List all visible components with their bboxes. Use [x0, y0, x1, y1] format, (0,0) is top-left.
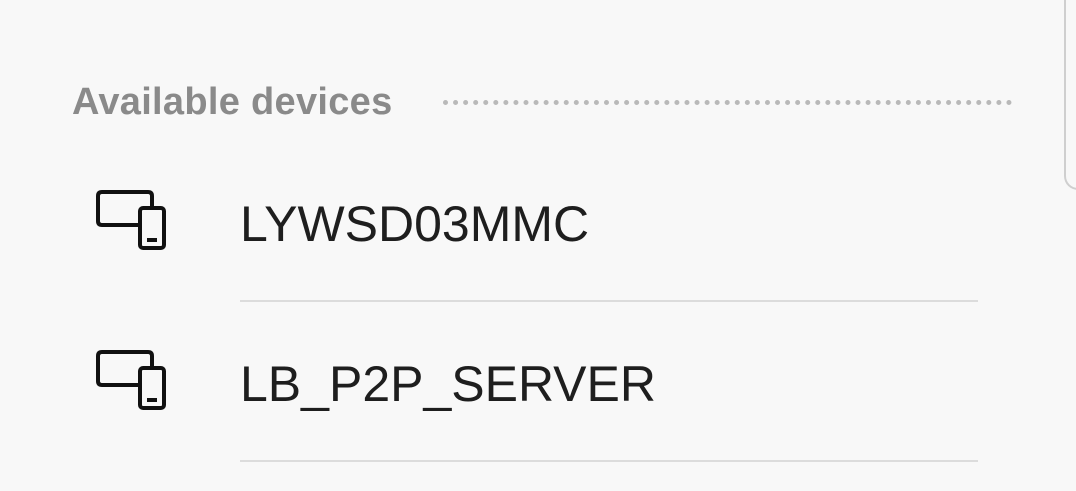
- list-divider: [240, 300, 978, 302]
- device-name: LYWSD03MMC: [240, 196, 590, 252]
- device-item[interactable]: LYWSD03MMC: [0, 146, 1076, 306]
- devices-icon: [96, 350, 168, 412]
- device-list: LYWSD03MMC LB_P2P_SERVER: [0, 146, 1076, 466]
- dotted-divider: [442, 99, 1012, 105]
- available-devices-header: Available devices: [72, 78, 1012, 126]
- list-divider: [240, 460, 978, 462]
- device-name: LB_P2P_SERVER: [240, 356, 656, 412]
- devices-icon: [96, 190, 168, 252]
- section-title: Available devices: [72, 80, 393, 123]
- device-item[interactable]: LB_P2P_SERVER: [0, 306, 1076, 466]
